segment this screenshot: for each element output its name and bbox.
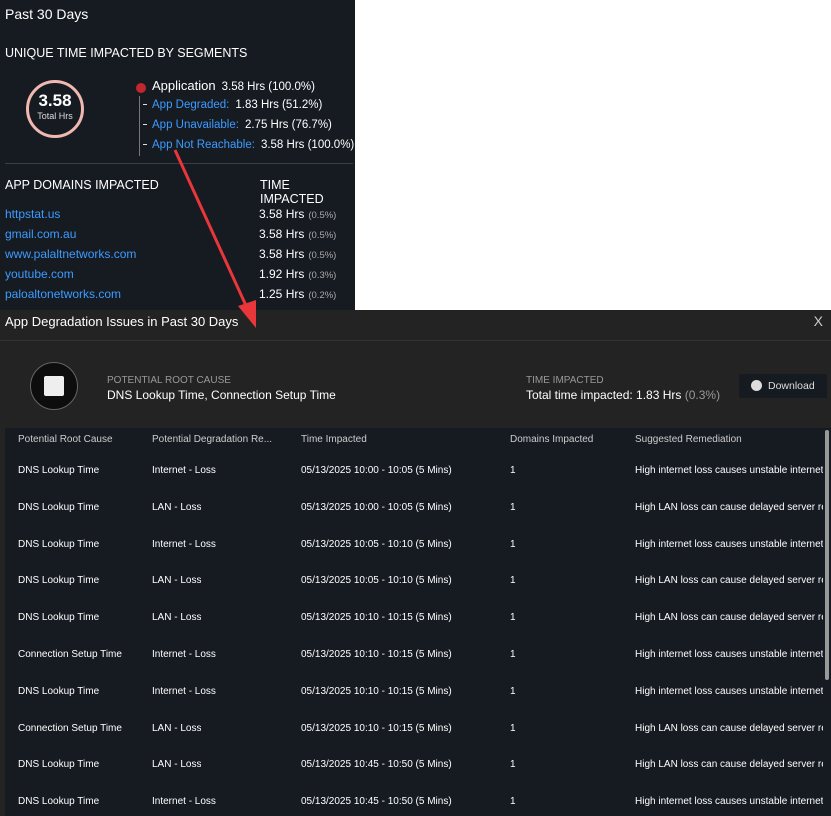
annotation-arrow [173,149,256,328]
